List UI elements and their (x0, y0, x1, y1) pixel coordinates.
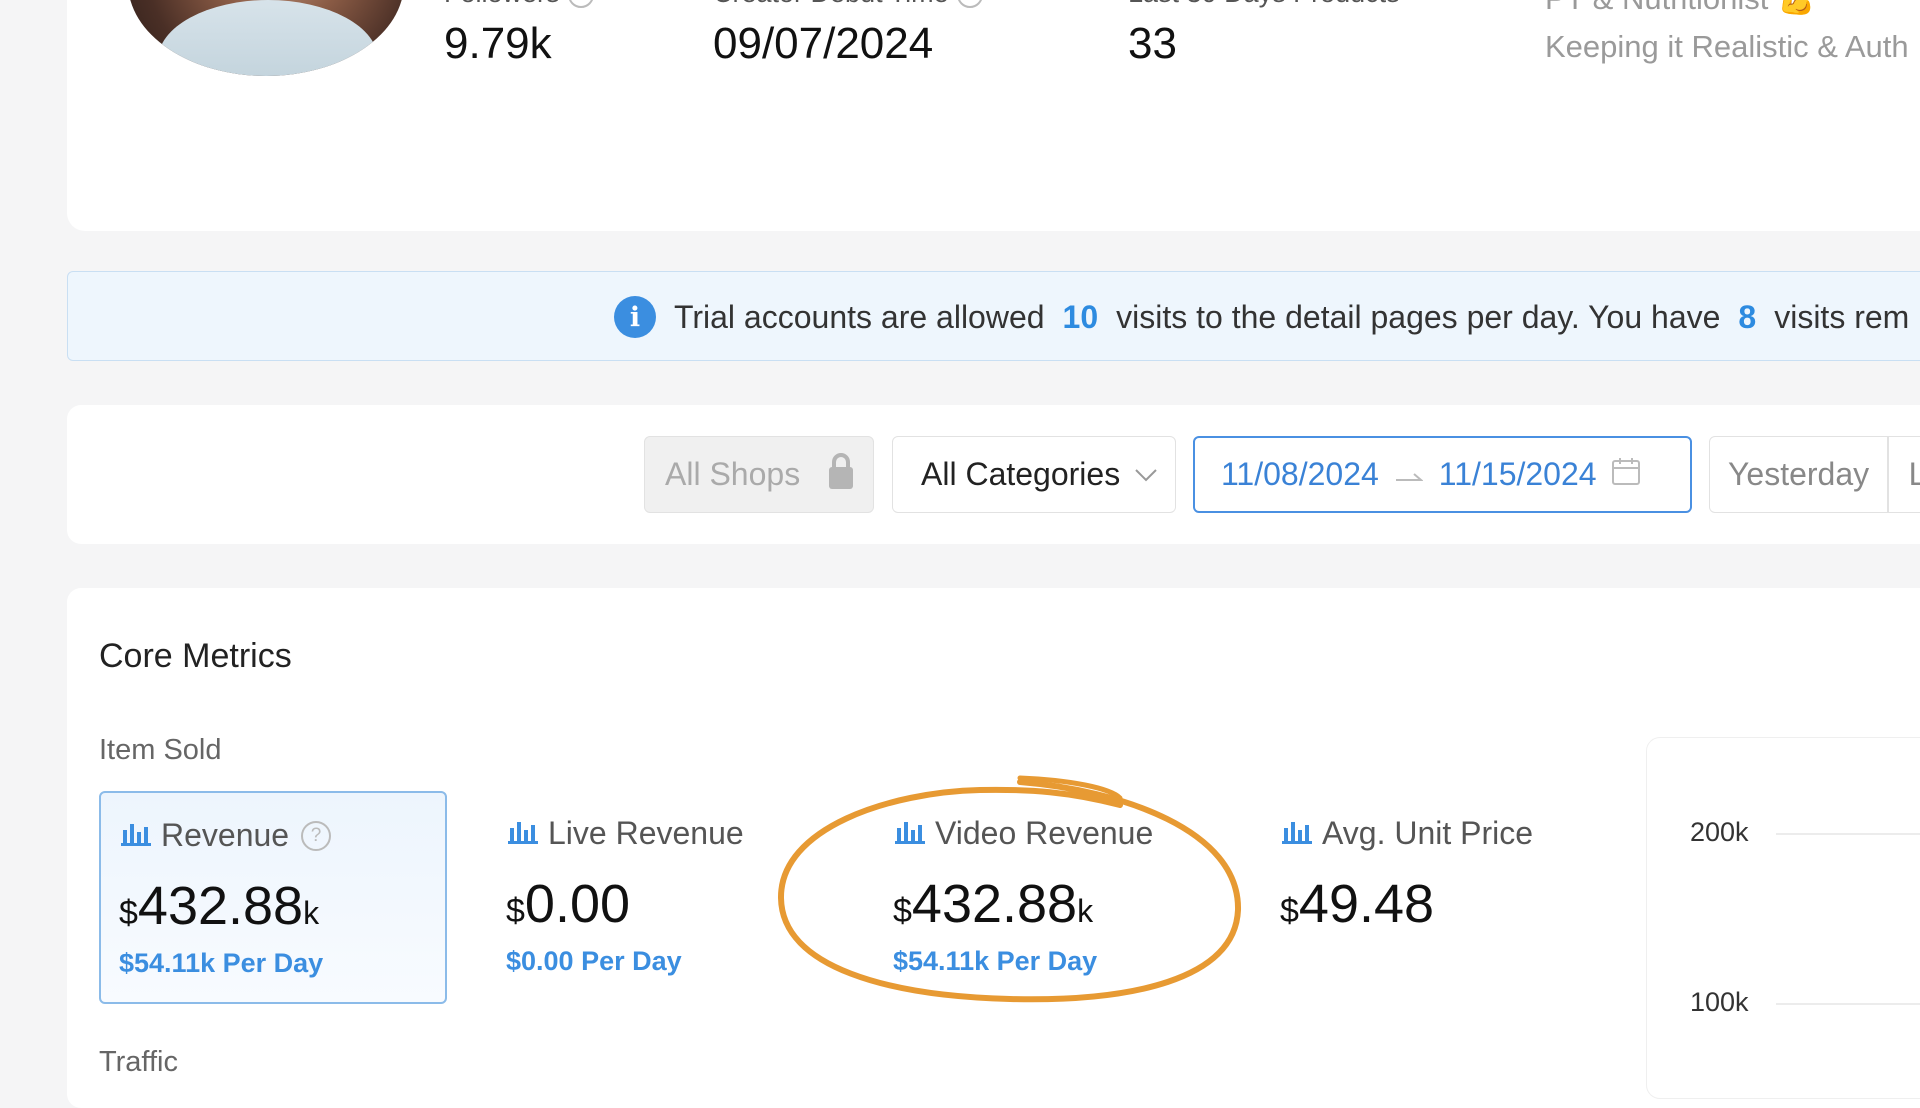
calendar-icon (1611, 456, 1641, 494)
notice-visit-limit: 10 (1062, 298, 1099, 335)
y-axis-tick-label: 100k (1690, 987, 1749, 1017)
quick-range-group: Yesterday L (1709, 436, 1920, 513)
categories-select-label: All Categories (921, 456, 1121, 492)
metric-value: 49.48 (1298, 874, 1435, 934)
metric-label: Avg. Unit Price (1322, 815, 1534, 851)
arrow-right-icon (1395, 456, 1424, 493)
stat-last-30-days-products: Last 30 Days Products 33 (1128, 0, 1400, 69)
help-icon[interactable]: ? (956, 0, 983, 8)
metric-card-revenue[interactable]: Revenue ? $432.88k $54.11k Per Day (99, 791, 447, 1004)
divider (1887, 436, 1889, 513)
date-range-picker[interactable]: 11/08/2024 11/15/2024 (1193, 436, 1692, 513)
flexed-biceps-icon: 💪 (1777, 0, 1816, 16)
group-label-item-sold: Item Sold (99, 734, 222, 766)
stat-value: 33 (1128, 19, 1177, 68)
lock-icon (824, 451, 858, 499)
highlight-circle-annotation (777, 775, 1242, 1003)
metric-per-day: $54.11k Per Day (119, 948, 324, 978)
bar-chart-icon (121, 817, 151, 854)
date-start[interactable]: 11/08/2024 (1221, 456, 1379, 493)
stat-value: 09/07/2024 (713, 19, 934, 68)
metric-label: Live Revenue (548, 815, 744, 851)
stat-followers: Followers? 9.79k (444, 0, 594, 69)
creator-bio: PT & Nutritionist 💪 Keeping it Realistic… (1545, 0, 1909, 65)
metric-label: Revenue (161, 817, 290, 853)
shops-select-label: All Shops (665, 456, 801, 492)
date-end[interactable]: 11/15/2024 (1439, 456, 1597, 493)
section-title: Core Metrics (99, 637, 292, 675)
metric-suffix: k (303, 895, 320, 931)
currency-symbol: $ (506, 892, 525, 930)
metric-card-avg-unit-price[interactable]: Avg. Unit Price $49.48 (1262, 791, 1610, 1004)
bio-line-1: PT & Nutritionist (1545, 0, 1768, 16)
currency-symbol: $ (1280, 892, 1299, 930)
chevron-down-icon (1134, 462, 1158, 488)
stat-debut-time: Creator Debut Time? 09/07/2024 (713, 0, 983, 69)
revenue-trend-chart (1646, 737, 1920, 1099)
stat-label: Last 30 Days Products (1128, 0, 1400, 9)
notice-text-before: Trial accounts are allowed (674, 298, 1045, 335)
metric-value: 0.00 (524, 874, 631, 934)
bar-chart-icon (508, 815, 538, 852)
info-icon: i (614, 296, 656, 338)
bar-chart-icon (1282, 815, 1312, 852)
quick-range-yesterday[interactable]: Yesterday (1728, 456, 1869, 493)
quick-range-next-option[interactable]: L (1909, 456, 1920, 493)
gridline (1776, 833, 1920, 835)
stat-value: 9.79k (444, 19, 552, 68)
bio-line-2: Keeping it Realistic & Auth (1545, 29, 1909, 64)
stat-label: Followers (444, 0, 560, 8)
help-icon[interactable]: ? (567, 0, 594, 8)
gridline (1776, 1003, 1920, 1005)
stat-label: Creator Debut Time (713, 0, 949, 8)
help-icon[interactable]: ? (301, 820, 332, 851)
notice-visits-remaining: 8 (1738, 298, 1757, 335)
notice-text-after: visits rem (1774, 298, 1910, 335)
group-label-traffic: Traffic (99, 1046, 178, 1078)
currency-symbol: $ (119, 894, 138, 932)
metric-value: 432.88 (137, 876, 304, 936)
shops-select[interactable]: All Shops (644, 436, 874, 513)
metric-per-day: $0.00 Per Day (506, 946, 682, 976)
categories-select[interactable]: All Categories (892, 436, 1176, 513)
trial-notice-text: i Trial accounts are allowed 10 visits t… (614, 291, 1909, 343)
y-axis-tick-label: 200k (1690, 817, 1749, 847)
avatar[interactable] (128, 0, 404, 76)
notice-text-middle: visits to the detail pages per day. You … (1116, 298, 1721, 335)
